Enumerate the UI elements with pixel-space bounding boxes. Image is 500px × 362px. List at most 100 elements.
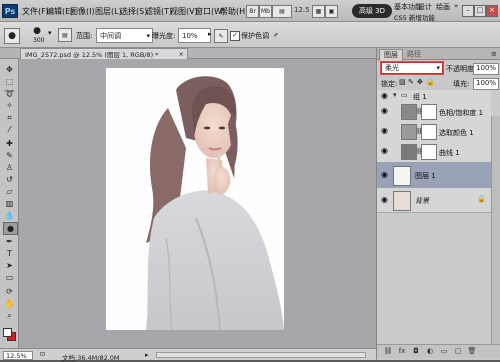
dodge-tool-icon[interactable]: ● <box>3 222 18 235</box>
brush-picker-arrow-icon[interactable]: ▾ <box>48 29 52 37</box>
protect-tones-label: 保护色调 <box>241 32 269 40</box>
brush-panel-icon[interactable]: ▤ <box>58 28 72 42</box>
tab-paths[interactable]: 路径 <box>403 49 425 60</box>
minibridge-icon[interactable]: Mb <box>259 5 272 18</box>
close-icon[interactable]: × <box>486 5 498 17</box>
layer-style-icon[interactable]: fx <box>397 347 407 356</box>
visibility-eye-icon[interactable]: ◉ <box>380 195 389 204</box>
range-select[interactable]: 中间调 ▾ <box>96 28 153 43</box>
document-canvas[interactable] <box>106 68 284 330</box>
menu-layer[interactable]: 图层(L) <box>95 6 122 17</box>
lock-all-icon[interactable]: 🔒 <box>426 78 435 86</box>
new-group-icon[interactable]: ▭ <box>439 347 449 356</box>
pen-tool-icon[interactable]: ✒ <box>3 236 16 247</box>
panel-menu-icon[interactable]: ≡ <box>487 49 500 60</box>
airbrush-icon[interactable]: ✎ <box>214 29 228 43</box>
gradient-tool-icon[interactable]: ▥ <box>3 198 16 209</box>
visibility-eye-icon[interactable]: ◉ <box>380 126 389 135</box>
move-tool-icon[interactable]: ✥ <box>3 64 16 75</box>
horizontal-scrollbar[interactable] <box>156 352 366 358</box>
menu-file[interactable]: 文件(F) <box>22 6 49 17</box>
menu-filter[interactable]: 滤镜(T) <box>145 6 172 17</box>
layer-row-selective-color[interactable]: ◉ ⛓ 选取颜色 1 <box>377 122 491 143</box>
lock-position-icon[interactable]: ✥ <box>417 78 423 86</box>
background-thumbnail <box>393 191 411 211</box>
brush-preview-icon[interactable]: ● <box>30 25 44 37</box>
crop-tool-icon[interactable]: ⌗ <box>3 112 16 123</box>
healing-brush-tool-icon[interactable]: ✚ <box>3 138 16 149</box>
tools-panel: » ✥ ⬚ ➰ ✧ ⌗ ⁄ ✚ ✎ ♙ ↺ ▱ ▥ 💧 ● ✒ T ➤ ▭ ⟳ … <box>0 48 19 348</box>
maximize-icon[interactable]: □ <box>474 5 486 17</box>
workspace-painting[interactable]: 绘画 <box>436 2 450 12</box>
visibility-eye-icon[interactable]: ◉ <box>380 170 389 179</box>
layer-name: 曲线 1 <box>439 149 460 157</box>
blend-mode-select[interactable]: 柔光 ▾ <box>380 61 444 75</box>
folder-icon: ▭ <box>401 91 408 99</box>
zoom-level-icon[interactable]: ▤ <box>272 5 292 18</box>
layer-row-hue-saturation[interactable]: ◉ ⛓ 色相/饱和度 1 <box>377 102 491 123</box>
cs-live-label[interactable]: CS5 新增功能 <box>394 12 435 22</box>
marquee-tool-icon[interactable]: ⬚ <box>3 76 16 87</box>
dodge-tool-preset-icon[interactable]: ● <box>4 28 20 44</box>
group-expand-icon[interactable]: ▾ <box>393 91 397 99</box>
tab-layers[interactable]: 图层 <box>379 49 403 61</box>
protect-tones-checkbox[interactable]: ✓ <box>230 31 240 41</box>
fill-input[interactable]: 100% <box>473 78 499 90</box>
layers-scrollbar[interactable] <box>491 116 500 346</box>
opacity-input[interactable]: 100% <box>473 63 499 75</box>
path-selection-tool-icon[interactable]: ➤ <box>3 260 16 271</box>
range-value: 中间调 <box>100 31 121 40</box>
workspace-advanced-3d[interactable]: 高级 3D <box>352 4 392 18</box>
blur-tool-icon[interactable]: 💧 <box>3 210 16 221</box>
lock-image-icon[interactable]: ✎ <box>408 78 414 86</box>
layer-row-curves[interactable]: ◉ ⛓ 曲线 1 <box>377 142 491 163</box>
status-zoom[interactable]: 12.5% <box>3 351 33 360</box>
status-menu-arrow-icon[interactable]: ▸ <box>145 351 149 359</box>
new-layer-icon[interactable]: ▢ <box>453 347 463 356</box>
arrange-documents-icon[interactable]: ▦ <box>312 5 325 18</box>
quick-select-tool-icon[interactable]: ✧ <box>3 100 16 111</box>
layer-row-background[interactable]: ◉ 背景 🔒 <box>377 188 491 213</box>
3d-rotate-tool-icon[interactable]: ⟳ <box>3 286 16 297</box>
options-bar: ● ● 300 ▾ ▤ 范围: 中间调 ▾ 曝光度: 10% ▸ ✎ ✓ 保护色… <box>0 22 500 48</box>
menu-image[interactable]: 图像(I) <box>70 6 95 17</box>
eyedropper-tool-icon[interactable]: ⁄ <box>3 124 16 135</box>
link-layers-icon[interactable]: ⛓ <box>383 347 393 356</box>
screen-mode-icon[interactable]: ▣ <box>325 5 338 18</box>
history-brush-tool-icon[interactable]: ↺ <box>3 174 16 185</box>
type-tool-icon[interactable]: T <box>3 248 16 259</box>
minimize-icon[interactable]: – <box>462 5 474 17</box>
bridge-icon[interactable]: Br <box>246 5 259 18</box>
exposure-input[interactable]: 10% <box>178 28 211 43</box>
exposure-arrow-icon[interactable]: ▸ <box>208 30 212 38</box>
visibility-eye-icon[interactable]: ◉ <box>380 106 389 115</box>
hand-tool-icon[interactable]: ✋ <box>3 298 16 309</box>
layers-list: ◉ ▾ ▭ 组 1 ◉ ⛓ 色相/饱和度 1 ◉ ⛓ 选取颜色 1 ◉ ⛓ 曲线 <box>377 90 500 344</box>
delete-layer-icon[interactable]: 🗑 <box>467 347 477 356</box>
zoom-readout[interactable]: 12.5 <box>294 6 310 14</box>
document-tab[interactable]: IMG_2572.psd @ 12.5% (图层 1, RGB/8) * × <box>20 48 188 59</box>
visibility-eye-icon[interactable]: ◉ <box>380 146 389 155</box>
brush-size[interactable]: 300 <box>33 37 44 44</box>
brush-tool-icon[interactable]: ✎ <box>3 150 16 161</box>
clone-stamp-tool-icon[interactable]: ♙ <box>3 162 16 173</box>
close-tab-icon[interactable]: × <box>179 50 187 58</box>
shape-tool-icon[interactable]: ▭ <box>3 272 16 283</box>
workspace-design[interactable]: 设计 <box>418 2 432 12</box>
document-tabs: IMG_2572.psd @ 12.5% (图层 1, RGB/8) * × <box>0 48 376 59</box>
menu-select[interactable]: 选择(S) <box>120 6 147 17</box>
menu-view[interactable]: 视图(V) <box>170 6 198 17</box>
workspace-more[interactable]: » <box>454 2 458 10</box>
pressure-size-icon[interactable]: ✐ <box>270 29 282 41</box>
lasso-tool-icon[interactable]: ➰ <box>3 88 16 99</box>
zoom-tool-icon[interactable]: ⌕ <box>3 310 16 321</box>
lock-transparent-icon[interactable]: ▨ <box>399 78 406 86</box>
exposure-label: 曝光度: <box>152 32 176 40</box>
eraser-tool-icon[interactable]: ▱ <box>3 186 16 197</box>
add-mask-icon[interactable]: ◘ <box>411 347 421 356</box>
new-adjustment-icon[interactable]: ◐ <box>425 347 435 356</box>
foreground-color-swatch[interactable] <box>3 328 12 337</box>
visibility-eye-icon[interactable]: ◉ <box>380 91 389 100</box>
layer-row-layer-1[interactable]: ◉ 图层 1 <box>377 162 491 189</box>
menu-help[interactable]: 帮助(H) <box>220 6 248 17</box>
